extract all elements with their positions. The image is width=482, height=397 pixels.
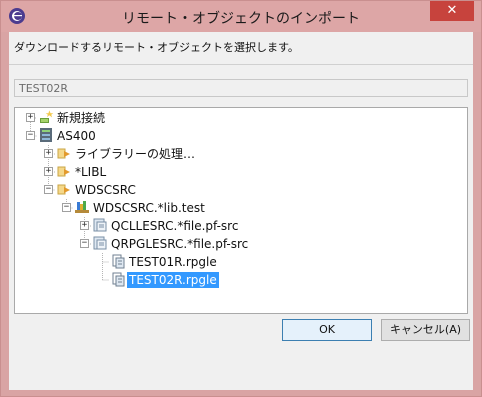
tree-item-label: WDSCSRC.*lib.test xyxy=(93,201,205,215)
expand-toggle[interactable]: + xyxy=(80,221,89,230)
tree-item-member-test01r[interactable]: TEST01R.rpgle xyxy=(15,253,467,271)
dialog-window: リモート・オブジェクトのインポート ✕ ダウンロードするリモート・オブジェクトを… xyxy=(0,0,482,397)
source-member-icon xyxy=(112,272,125,287)
cancel-button[interactable]: キャンセル(A) xyxy=(381,319,470,341)
source-file-icon xyxy=(93,236,107,250)
filter-arrow-icon xyxy=(57,184,70,195)
tree-item-label: WDSCSRC xyxy=(75,183,136,197)
ok-button[interactable]: OK xyxy=(282,319,372,341)
tree-item-library[interactable]: − WDSCSRC.*lib.test xyxy=(15,199,467,217)
filter-field[interactable]: TEST02R xyxy=(14,79,468,97)
instruction-text: ダウンロードするリモート・オブジェクトを選択します。 xyxy=(14,41,299,54)
title-bar[interactable]: リモート・オブジェクトのインポート ✕ xyxy=(1,1,481,32)
tree-item-library-handling[interactable]: + ライブラリーの処理… xyxy=(15,145,467,163)
window-title: リモート・オブジェクトのインポート xyxy=(122,11,360,27)
tree-item-label: ライブラリーの処理… xyxy=(75,147,196,161)
expand-toggle[interactable]: + xyxy=(26,113,35,122)
tree-item-label: *LIBL xyxy=(75,165,107,179)
dialog-body: ダウンロードするリモート・オブジェクトを選択します。 TEST02R + 新規接… xyxy=(9,32,473,390)
tree-item-new-connection[interactable]: + 新規接続 xyxy=(15,109,467,127)
remote-object-tree[interactable]: + 新規接続 − AS400 + ライブラリーの処理… + *LIBL − WD… xyxy=(14,107,468,314)
collapse-toggle[interactable]: − xyxy=(62,203,71,212)
expand-toggle[interactable]: + xyxy=(44,167,53,176)
source-member-icon xyxy=(112,254,125,269)
tree-item-member-test02r[interactable]: TEST02R.rpgle xyxy=(15,271,467,289)
source-file-icon xyxy=(93,218,107,232)
tree-item-qrpglesrc[interactable]: − QRPGLESRC.*file.pf-src xyxy=(15,235,467,253)
tree-item-label: AS400 xyxy=(57,129,96,143)
separator xyxy=(9,64,473,65)
collapse-toggle[interactable]: − xyxy=(44,185,53,194)
filter-arrow-icon xyxy=(57,148,70,159)
tree-item-label: 新規接続 xyxy=(57,111,106,125)
tree-item-label: QCLLESRC.*file.pf-src xyxy=(111,219,239,233)
expand-toggle[interactable]: + xyxy=(44,149,53,158)
tree-item-wdscsrc[interactable]: − WDSCSRC xyxy=(15,181,467,199)
filter-arrow-icon xyxy=(57,166,70,177)
tree-item-label: QRPGLESRC.*file.pf-src xyxy=(111,237,249,251)
new-connection-icon xyxy=(40,110,54,123)
collapse-toggle[interactable]: − xyxy=(26,131,35,140)
collapse-toggle[interactable]: − xyxy=(80,239,89,248)
tree-item-qcllesrc[interactable]: + QCLLESRC.*file.pf-src xyxy=(15,217,467,235)
server-icon xyxy=(40,128,52,142)
tree-item-label: TEST01R.rpgle xyxy=(129,255,217,269)
close-button[interactable]: ✕ xyxy=(430,1,474,21)
tree-item-label-selected: TEST02R.rpgle xyxy=(127,272,219,288)
tree-item-as400[interactable]: − AS400 xyxy=(15,127,467,145)
tree-item-libl[interactable]: + *LIBL xyxy=(15,163,467,181)
library-icon xyxy=(75,201,89,213)
